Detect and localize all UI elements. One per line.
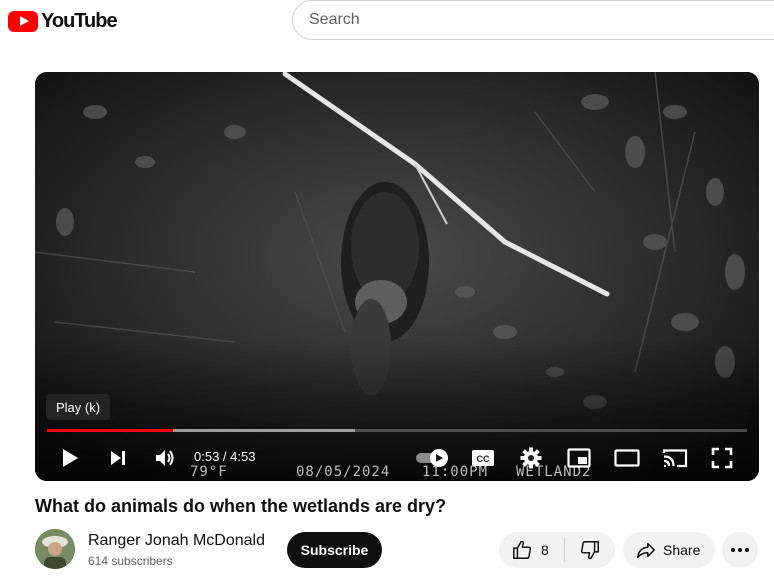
- subscriber-count: 614 subscribers: [88, 554, 173, 568]
- captions-icon: CC: [472, 450, 494, 466]
- video-title: What do animals do when the wetlands are…: [35, 496, 447, 516]
- theater-mode-button[interactable]: [612, 444, 642, 472]
- like-count: 8: [541, 542, 549, 558]
- volume-icon: [156, 450, 174, 466]
- video-frame: [35, 72, 759, 481]
- like-dislike-group: 8: [499, 532, 615, 568]
- search-input[interactable]: [309, 11, 774, 29]
- cast-button[interactable]: [660, 444, 690, 472]
- fullscreen-icon: [711, 447, 733, 469]
- time-display: 0:53 / 4:53: [194, 449, 255, 464]
- thumbs-up-icon: [513, 540, 532, 559]
- channel-avatar[interactable]: [35, 529, 75, 569]
- miniplayer-icon: [567, 448, 591, 468]
- fullscreen-button[interactable]: [708, 444, 736, 472]
- more-actions-button[interactable]: [722, 532, 758, 568]
- play-icon: [63, 449, 78, 467]
- like-button[interactable]: 8: [499, 532, 564, 568]
- next-icon: [111, 451, 125, 465]
- share-icon: [637, 542, 655, 559]
- video-player[interactable]: [35, 72, 759, 481]
- settings-button[interactable]: [517, 444, 545, 472]
- logo-text: YouTube: [41, 9, 118, 32]
- miniplayer-button[interactable]: [565, 444, 593, 472]
- progress-bar[interactable]: [47, 429, 747, 432]
- mute-button[interactable]: [150, 444, 180, 472]
- youtube-play-logo-icon: [8, 10, 38, 32]
- share-button[interactable]: Share: [623, 532, 715, 568]
- captions-button[interactable]: CC: [469, 444, 497, 472]
- current-time: 0:53: [194, 449, 220, 464]
- youtube-logo[interactable]: YouTube: [8, 8, 118, 34]
- next-button[interactable]: [104, 444, 132, 472]
- avatar-image: [35, 529, 75, 569]
- share-label: Share: [663, 542, 701, 558]
- played-bar: [47, 429, 173, 432]
- channel-name[interactable]: Ranger Jonah McDonald: [88, 532, 265, 550]
- subscribe-button[interactable]: Subscribe: [287, 532, 382, 568]
- theater-icon: [614, 449, 640, 467]
- thumbs-down-icon: [580, 541, 599, 560]
- svg-text:CC: CC: [477, 454, 490, 464]
- duration: 4:53: [230, 449, 256, 464]
- cast-icon: [662, 449, 688, 468]
- time-separator: /: [219, 449, 231, 464]
- search-bar[interactable]: [292, 0, 774, 40]
- stamp-temperature: 79°F: [190, 464, 228, 480]
- play-tooltip: Play (k): [46, 394, 111, 420]
- play-button[interactable]: [56, 444, 84, 472]
- stamp-date: 08/05/2024: [296, 464, 391, 480]
- autoplay-toggle[interactable]: [414, 446, 452, 470]
- autoplay-toggle-icon: [416, 449, 448, 467]
- gear-icon: [520, 447, 542, 469]
- dislike-button[interactable]: [565, 532, 615, 568]
- more-horizontal-icon: [731, 548, 749, 552]
